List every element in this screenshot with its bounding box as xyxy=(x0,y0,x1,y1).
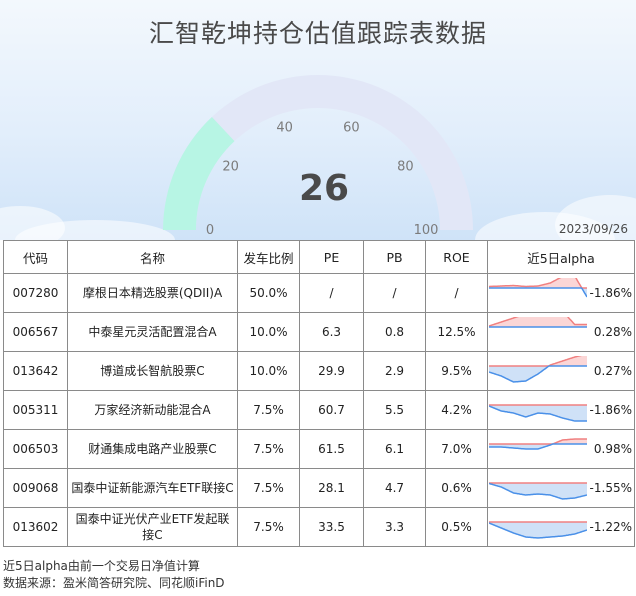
cell-pe: / xyxy=(299,273,364,313)
gauge-tick-label: 100 xyxy=(414,223,439,238)
cell-name: 财通集成电路产业股票C xyxy=(67,429,238,469)
date-label: 2023/09/26 xyxy=(558,222,628,236)
cell-alpha: 0.27% xyxy=(487,351,635,391)
gauge-value: 26 xyxy=(299,168,349,209)
cell-alpha: 0.98% xyxy=(487,429,635,469)
alpha-value: 0.98% xyxy=(593,442,632,456)
cell-alpha: 0.28% xyxy=(487,312,635,352)
gauge-tick-label: 0 xyxy=(206,223,214,238)
cell-code: 006503 xyxy=(3,429,68,469)
cell-roe: 7.0% xyxy=(425,429,488,469)
cell-alpha: -1.86% xyxy=(487,390,635,430)
cell-code: 013642 xyxy=(3,351,68,391)
table-row: 013642 博道成长智航股票C 10.0% 29.9 2.9 9.5% 0.27% xyxy=(3,351,635,391)
alpha-sparkline xyxy=(489,278,587,298)
gauge-tick-label: 40 xyxy=(276,120,293,135)
cloud-decoration xyxy=(0,206,65,240)
table-row: 006567 中泰星元灵活配置混合A 10.0% 6.3 0.8 12.5% 0.28% xyxy=(3,312,635,352)
alpha-negative-line xyxy=(489,287,587,298)
alpha-sparkline xyxy=(489,356,587,383)
cell-pe: 29.9 xyxy=(299,351,364,391)
cell-name: 摩根日本精选股票(QDII)A xyxy=(67,273,238,313)
alpha-sparkline xyxy=(489,317,587,328)
cell-ratio: 7.5% xyxy=(237,429,300,469)
alpha-negative-area xyxy=(489,522,587,538)
cell-roe: 12.5% xyxy=(425,312,488,352)
header-pe: PE xyxy=(299,240,364,274)
cell-pb: 4.7 xyxy=(363,468,426,508)
cell-ratio: 10.0% xyxy=(237,351,300,391)
cell-roe: 0.5% xyxy=(425,507,488,547)
cell-pb: 5.5 xyxy=(363,390,426,430)
header-code: 代码 xyxy=(3,240,68,274)
header-roe: ROE xyxy=(425,240,488,274)
alpha-sparkline xyxy=(489,482,587,500)
alpha-sparkline xyxy=(489,521,587,539)
cell-code: 007280 xyxy=(3,273,68,313)
cell-alpha: -1.22% xyxy=(487,507,635,547)
cell-alpha: -1.55% xyxy=(487,468,635,508)
alpha-sparkline xyxy=(489,438,587,450)
table-row: 006503 财通集成电路产业股票C 7.5% 61.5 6.1 7.0% 0.98% xyxy=(3,429,635,469)
cell-pb: 6.1 xyxy=(363,429,426,469)
table-header-row: 代码 名称 发车比例 PE PB ROE 近5日alpha xyxy=(3,240,635,274)
cell-ratio: 7.5% xyxy=(237,507,300,547)
cell-code: 009068 xyxy=(3,468,68,508)
cell-ratio: 7.5% xyxy=(237,390,300,430)
alpha-value: -1.22% xyxy=(589,520,632,534)
alpha-negative-area xyxy=(489,483,587,499)
header-ratio: 发车比例 xyxy=(237,240,300,274)
cell-pb: 3.3 xyxy=(363,507,426,547)
alpha-value: -1.86% xyxy=(589,403,632,417)
footnotes: 近5日alpha由前一个交易日净值计算 数据来源：盈米简答研究院、同花顺iFin… xyxy=(3,558,225,592)
cell-code: 006567 xyxy=(3,312,68,352)
footnote-source: 数据来源：盈米简答研究院、同花顺iFinD xyxy=(3,576,225,590)
cell-pe: 33.5 xyxy=(299,507,364,547)
cell-ratio: 10.0% xyxy=(237,312,300,352)
cell-roe: / xyxy=(425,273,488,313)
alpha-value: -1.86% xyxy=(589,286,632,300)
page-title: 汇智乾坤持仓估值跟踪表数据 xyxy=(148,19,487,48)
table-row: 005311 万家经济新动能混合A 7.5% 60.7 5.5 4.2% -1.86% xyxy=(3,390,635,430)
cell-alpha: -1.86% xyxy=(487,273,635,313)
cell-name: 中泰星元灵活配置混合A xyxy=(67,312,238,352)
holdings-table: 代码 名称 发车比例 PE PB ROE 近5日alpha 007280 摩根日本… xyxy=(3,240,635,547)
gauge-tick-label: 60 xyxy=(343,120,360,135)
cell-code: 013602 xyxy=(3,507,68,547)
cell-pe: 60.7 xyxy=(299,390,364,430)
table-row: 009068 国泰中证新能源汽车ETF联接C 7.5% 28.1 4.7 0.6% -1.5… xyxy=(3,468,635,508)
cell-roe: 9.5% xyxy=(425,351,488,391)
header-alpha: 近5日alpha xyxy=(487,240,635,274)
cell-name: 万家经济新动能混合A xyxy=(67,390,238,430)
cell-name: 国泰中证新能源汽车ETF联接C xyxy=(67,468,238,508)
cell-code: 005311 xyxy=(3,390,68,430)
cell-name: 国泰中证光伏产业ETF发起联接C xyxy=(67,507,238,547)
footnote-alpha: 近5日alpha由前一个交易日净值计算 xyxy=(3,559,200,573)
cell-ratio: 7.5% xyxy=(237,468,300,508)
table-row: 013602 国泰中证光伏产业ETF发起联接C 7.5% 33.5 3.3 0.5% -1.… xyxy=(3,507,635,547)
dashboard-header: 0 20 40 60 80 100 26 汇智乾坤持仓估值跟踪表数据 2023/09/26 xyxy=(0,0,636,240)
cell-pb: 2.9 xyxy=(363,351,426,391)
cell-pb: / xyxy=(363,273,426,313)
alpha-value: 0.27% xyxy=(593,364,632,378)
header-name: 名称 xyxy=(67,240,238,274)
cell-name: 博道成长智航股票C xyxy=(67,351,238,391)
cell-pe: 6.3 xyxy=(299,312,364,352)
cell-pe: 61.5 xyxy=(299,429,364,469)
alpha-value: 0.28% xyxy=(593,325,632,339)
alpha-negative-area xyxy=(489,288,587,297)
alpha-value: -1.55% xyxy=(589,481,632,495)
cell-ratio: 50.0% xyxy=(237,273,300,313)
gauge-tick-label: 20 xyxy=(222,160,239,175)
header-pb: PB xyxy=(363,240,426,274)
cell-pe: 28.1 xyxy=(299,468,364,508)
alpha-sparkline xyxy=(489,404,587,422)
cell-roe: 4.2% xyxy=(425,390,488,430)
cell-pb: 0.8 xyxy=(363,312,426,352)
table-row: 007280 摩根日本精选股票(QDII)A 50.0% / / / -1.86% xyxy=(3,273,635,313)
gauge-tick-label: 80 xyxy=(397,160,414,175)
cell-roe: 0.6% xyxy=(425,468,488,508)
